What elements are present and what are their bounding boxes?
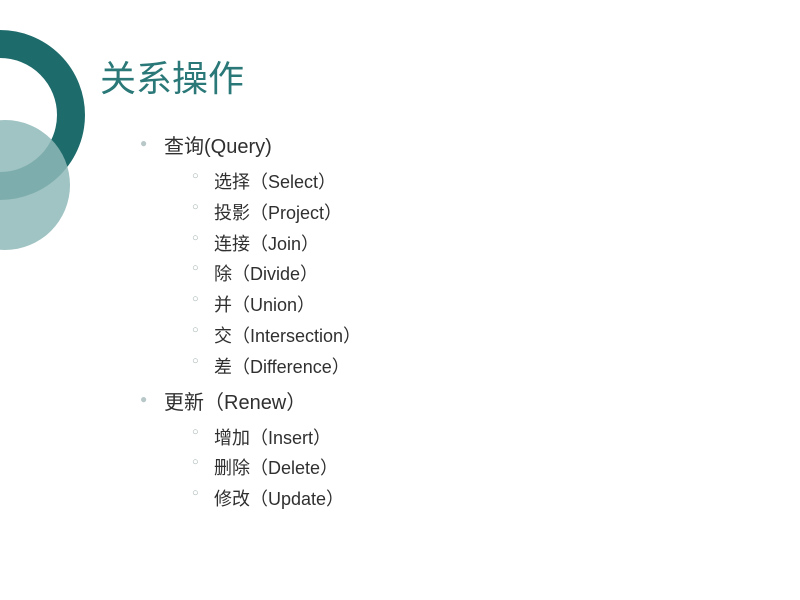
list-subitem: 删除（Delete） [192, 454, 361, 483]
list-subitem: 投影（Project） [192, 199, 361, 228]
list-item-label: 查询(Query) [164, 136, 272, 158]
list-subitem: 交（Intersection） [192, 322, 361, 351]
slide-title: 关系操作 [100, 50, 361, 102]
list-subitem: 并（Union） [192, 291, 361, 320]
list-item: 更新（Renew） 增加（Insert） 删除（Delete） 修改（Updat… [140, 388, 361, 514]
list-subitem: 修改（Update） [192, 485, 361, 514]
list-subitem: 选择（Select） [192, 168, 361, 197]
list-subitem: 差（Difference） [192, 353, 361, 382]
list-item-label: 更新（Renew） [164, 392, 306, 414]
sublist: 选择（Select） 投影（Project） 连接（Join） 除（Divide… [192, 168, 361, 382]
list-subitem: 除（Divide） [192, 260, 361, 289]
sublist: 增加（Insert） 删除（Delete） 修改（Update） [192, 424, 361, 514]
list-subitem: 连接（Join） [192, 230, 361, 259]
list-item: 查询(Query) 选择（Select） 投影（Project） 连接（Join… [140, 132, 361, 382]
outline-list: 查询(Query) 选择（Select） 投影（Project） 连接（Join… [140, 132, 361, 514]
slide-content: 关系操作 查询(Query) 选择（Select） 投影（Project） 连接… [100, 50, 361, 520]
list-subitem: 增加（Insert） [192, 424, 361, 453]
